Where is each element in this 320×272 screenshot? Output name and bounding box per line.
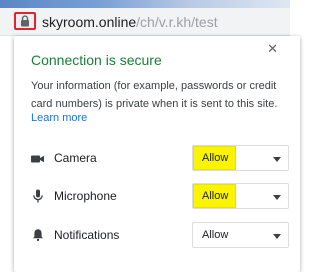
site-info-button[interactable] <box>14 12 36 30</box>
camera-permission-value: Allow <box>202 152 229 164</box>
chevron-down-icon <box>273 195 281 200</box>
lock-icon <box>20 15 30 27</box>
browser-tab-strip <box>0 0 290 8</box>
notifications-permission-select[interactable]: Allow <box>192 222 289 248</box>
url-path: /ch/v.r.kh/test <box>136 14 218 30</box>
microphone-permission-value: Allow <box>202 190 229 202</box>
url-host: skyroom.online <box>42 14 137 30</box>
camera-permission-select[interactable]: Allow <box>192 145 289 171</box>
notifications-permission-value: Allow <box>202 229 229 241</box>
bell-icon <box>31 228 45 247</box>
address-bar[interactable]: skyroom.online/ch/v.r.kh/test <box>0 8 290 36</box>
close-icon[interactable]: ✕ <box>267 42 278 55</box>
connection-status-title: Connection is secure <box>31 52 162 68</box>
permission-label-notifications: Notifications <box>54 228 120 242</box>
permission-label-microphone: Microphone <box>54 189 117 203</box>
connection-description: Your information (for example, passwords… <box>31 80 278 110</box>
permission-label-camera: Camera <box>54 151 97 165</box>
camera-icon <box>31 152 45 170</box>
learn-more-link[interactable]: Learn more <box>31 112 87 124</box>
site-info-popup: ✕ Connection is secure Your information … <box>14 36 300 272</box>
microphone-permission-select[interactable]: Allow <box>192 183 289 209</box>
microphone-icon <box>31 189 45 208</box>
url-text[interactable]: skyroom.online/ch/v.r.kh/test <box>42 14 218 30</box>
chevron-down-icon <box>273 157 281 162</box>
chevron-down-icon <box>273 234 281 239</box>
